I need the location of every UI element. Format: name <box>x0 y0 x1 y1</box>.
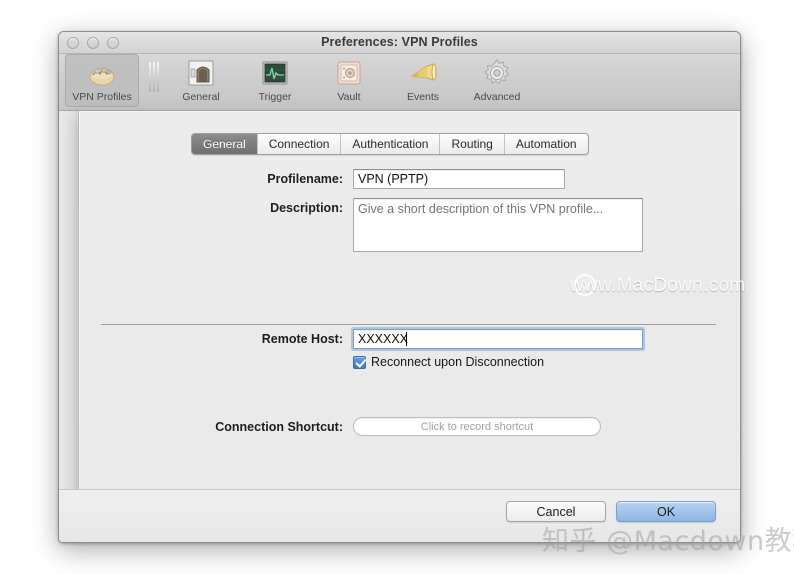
sheet-button-bar: Cancel OK <box>59 489 740 542</box>
trigger-monitor-icon <box>259 57 291 89</box>
preferences-toolbar: VPN Profiles General Trigger Vault Event… <box>59 54 740 111</box>
remote-host-row: Remote Host: <box>79 329 740 349</box>
description-row: Description: <box>79 198 740 257</box>
description-label: Description: <box>270 201 343 215</box>
toolbar-item-vault[interactable]: Vault <box>312 54 386 107</box>
tab-connection[interactable]: Connection <box>256 134 341 154</box>
window-titlebar[interactable]: Preferences: VPN Profiles <box>59 32 740 54</box>
tab-automation[interactable]: Automation <box>503 134 588 154</box>
sheet-tabbar: General Connection Authentication Routin… <box>191 133 589 155</box>
profilename-input[interactable] <box>353 169 565 189</box>
reconnect-row: Reconnect upon Disconnection <box>79 355 740 369</box>
remote-host-field-wrap <box>353 329 643 349</box>
remote-host-input[interactable] <box>353 329 643 349</box>
cancel-button[interactable]: Cancel <box>506 501 606 522</box>
toolbar-item-label: Advanced <box>473 91 521 103</box>
toolbar-item-label: VPN Profiles <box>72 91 132 103</box>
general-door-icon <box>185 57 217 89</box>
reconnect-checkbox[interactable] <box>353 355 366 369</box>
advanced-gear-icon <box>481 57 513 89</box>
tab-routing[interactable]: Routing <box>439 134 503 154</box>
window-content-behind-sheet: ✓ + − ⚙ Edit General Connection Authenti… <box>59 111 740 542</box>
events-megaphone-icon <box>407 57 439 89</box>
ok-button[interactable]: OK <box>616 501 716 522</box>
reconnect-checkbox-group[interactable]: Reconnect upon Disconnection <box>353 355 544 369</box>
shortcut-recorder-button[interactable]: Click to record shortcut <box>353 417 601 436</box>
description-field-wrap <box>353 198 643 257</box>
toolbar-separator <box>149 62 159 92</box>
toolbar-item-events[interactable]: Events <box>386 54 460 107</box>
profilename-field-wrap <box>353 169 565 189</box>
toolbar-item-trigger[interactable]: Trigger <box>238 54 312 107</box>
remote-host-label: Remote Host: <box>261 332 343 346</box>
connection-shortcut-label: Connection Shortcut: <box>215 420 343 434</box>
vault-safe-icon <box>333 57 365 89</box>
connection-shortcut-row: Connection Shortcut: Click to record sho… <box>79 417 740 437</box>
toolbar-item-label: Events <box>406 91 440 103</box>
general-tab-form: Profilename: Description: <box>79 169 740 445</box>
toolbar-item-general[interactable]: General <box>164 54 238 107</box>
profilename-label: Profilename: <box>267 172 343 186</box>
toolbar-item-label: Trigger <box>258 91 292 103</box>
reconnect-checkbox-label: Reconnect upon Disconnection <box>371 355 545 369</box>
preferences-window: Preferences: VPN Profiles VPN Profiles G… <box>58 31 741 543</box>
sidebar-rail <box>59 111 77 542</box>
tab-general[interactable]: General <box>192 134 257 154</box>
vpn-profiles-icon <box>86 57 118 89</box>
tab-authentication[interactable]: Authentication <box>340 134 439 154</box>
toolbar-item-label: General <box>182 91 220 103</box>
screen: Preferences: VPN Profiles VPN Profiles G… <box>0 0 794 574</box>
vpn-profile-sheet: General Connection Authentication Routin… <box>78 111 740 542</box>
profilename-row: Profilename: <box>79 169 740 189</box>
window-title: Preferences: VPN Profiles <box>321 35 478 49</box>
watermark-logo-icon <box>574 274 596 296</box>
toolbar-item-vpn-profiles[interactable]: VPN Profiles <box>65 54 139 107</box>
toolbar-item-label: Vault <box>337 91 361 103</box>
toolbar-item-advanced[interactable]: Advanced <box>460 54 534 107</box>
text-caret <box>406 332 407 346</box>
description-textarea[interactable] <box>353 198 643 252</box>
shortcut-field-wrap: Click to record shortcut <box>353 417 601 436</box>
